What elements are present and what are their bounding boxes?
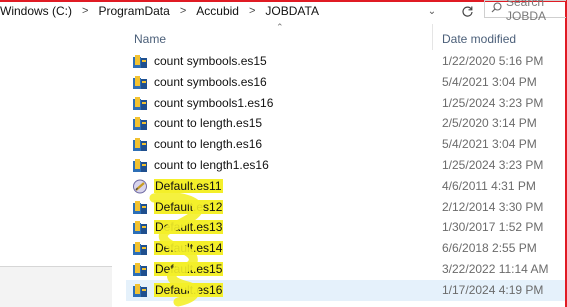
- file-name: Default.es12: [154, 199, 224, 214]
- file-row[interactable]: count to length.es16 5/4/2021 3:04 PM: [126, 134, 565, 155]
- file-row[interactable]: Default.es15 3/22/2022 11:14 AM: [126, 259, 565, 280]
- file-date-modified: 5/4/2021 3:04 PM: [442, 74, 537, 89]
- accubid-file-icon: [132, 262, 149, 277]
- breadcrumb-drive[interactable]: Windows (C:): [0, 4, 72, 18]
- file-row[interactable]: count to length.es15 2/5/2020 3:14 PM: [126, 113, 565, 134]
- file-row[interactable]: count symbools.es16 5/4/2021 3:04 PM: [126, 72, 565, 93]
- file-name: Default.es11: [154, 178, 223, 193]
- file-row[interactable]: Default.es16 1/17/2024 4:19 PM: [126, 279, 565, 301]
- file-name: count to length.es16: [154, 137, 263, 152]
- file-name: Default.es13: [154, 220, 224, 235]
- search-placeholder: Search JOBDA: [506, 0, 547, 23]
- file-name: count to length1.es16: [154, 158, 269, 172]
- file-row[interactable]: count symbools1.es16 1/25/2024 3:23 PM: [126, 93, 565, 114]
- chevron-right-icon[interactable]: >: [82, 5, 88, 17]
- accubid-file-icon: [132, 158, 149, 173]
- file-date-modified: 3/22/2022 11:14 AM: [442, 262, 549, 276]
- file-row[interactable]: count to length1.es16 1/25/2024 3:23 PM: [126, 155, 565, 176]
- chevron-down-icon[interactable]: ⌄: [425, 2, 439, 20]
- file-name: count symbools.es16: [154, 74, 267, 89]
- file-date-modified: 2/12/2014 3:30 PM: [442, 199, 544, 214]
- legacy-file-icon: [132, 179, 149, 194]
- column-header-date[interactable]: Date modified: [442, 32, 516, 46]
- accubid-file-icon: [132, 137, 149, 152]
- column-divider[interactable]: [432, 24, 433, 50]
- file-row[interactable]: count symbools.es15 1/22/2020 5:16 PM: [126, 51, 565, 72]
- accubid-file-icon: [132, 54, 149, 69]
- column-header: ⌃ Name Date modified: [124, 22, 565, 52]
- chevron-right-icon[interactable]: >: [180, 5, 186, 17]
- accubid-file-icon: [132, 241, 149, 256]
- file-date-modified: 1/17/2024 4:19 PM: [442, 282, 544, 297]
- file-name: count to length.es15: [154, 116, 263, 131]
- accubid-file-icon: [132, 96, 149, 111]
- breadcrumb-programdata[interactable]: ProgramData: [98, 4, 169, 18]
- file-date-modified: 1/25/2024 3:23 PM: [442, 95, 544, 110]
- file-name: Default.es14: [154, 241, 224, 256]
- column-header-name[interactable]: Name: [134, 32, 166, 46]
- nav-pane-lower[interactable]: [0, 267, 112, 307]
- file-date-modified: 1/25/2024 3:23 PM: [442, 158, 544, 172]
- accubid-file-icon: [132, 75, 149, 90]
- search-icon: [491, 2, 502, 16]
- search-input[interactable]: Search JOBDA: [484, 0, 566, 23]
- file-name: Default.es15: [154, 262, 224, 276]
- file-row[interactable]: Default.es12 2/12/2014 3:30 PM: [126, 197, 565, 218]
- accubid-file-icon: [132, 283, 149, 298]
- file-date-modified: 2/5/2020 3:14 PM: [442, 116, 537, 131]
- sort-up-icon: ⌃: [276, 22, 284, 32]
- file-name: count symbools.es15: [154, 54, 267, 68]
- file-row[interactable]: Default.es14 6/6/2018 2:55 PM: [126, 238, 565, 259]
- file-date-modified: 6/6/2018 2:55 PM: [442, 241, 537, 256]
- accubid-file-icon: [132, 200, 149, 215]
- chevron-right-icon[interactable]: >: [249, 5, 255, 17]
- accubid-file-icon: [132, 220, 149, 235]
- file-date-modified: 1/30/2017 1:52 PM: [442, 220, 544, 235]
- file-row[interactable]: Default.es13 1/30/2017 1:52 PM: [126, 217, 565, 238]
- file-name: count symbools1.es16: [154, 95, 274, 110]
- file-date-modified: 5/4/2021 3:04 PM: [442, 137, 537, 152]
- navigation-pane[interactable]: [0, 22, 112, 307]
- breadcrumb-accubid[interactable]: Accubid: [196, 4, 239, 18]
- file-name: Default.es16: [154, 282, 224, 297]
- refresh-icon[interactable]: [458, 2, 476, 20]
- accubid-file-icon: [132, 116, 149, 131]
- file-date-modified: 1/22/2020 5:16 PM: [442, 54, 544, 68]
- breadcrumb-jobdata[interactable]: JOBDATA: [265, 4, 319, 18]
- file-date-modified: 4/6/2011 4:31 PM: [442, 178, 536, 193]
- file-row[interactable]: Default.es11 4/6/2011 4:31 PM: [126, 176, 565, 197]
- address-bar[interactable]: Windows (C:) > ProgramData > Accubid > J…: [0, 2, 565, 20]
